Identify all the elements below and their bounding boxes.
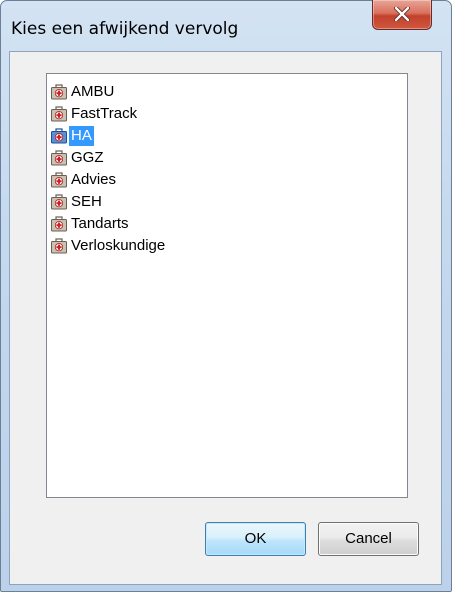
list-item-label: AMBU (71, 83, 115, 100)
destination-list[interactable]: AMBU FastTrack HA GGZ Advies SEH Tandart… (46, 73, 408, 498)
medical-kit-icon (50, 171, 68, 189)
medical-kit-icon (50, 83, 68, 101)
list-item-label: FastTrack (71, 105, 138, 122)
close-button[interactable] (372, 0, 432, 30)
list-item-ha[interactable]: HA (50, 126, 94, 146)
medical-kit-icon (50, 105, 68, 123)
title-bar[interactable]: Kies een afwijkend vervolg (1, 0, 451, 51)
list-item-seh[interactable]: SEH (50, 192, 104, 212)
list-item-tandarts[interactable]: Tandarts (50, 214, 131, 234)
cancel-button[interactable]: Cancel (318, 522, 419, 556)
list-item-label: Verloskundige (71, 237, 166, 254)
list-item-ggz[interactable]: GGZ (50, 148, 106, 168)
window-title: Kies een afwijkend vervolg (11, 19, 239, 39)
ok-button[interactable]: OK (205, 522, 306, 556)
list-item-label: HA (69, 126, 94, 146)
medical-kit-icon (50, 215, 68, 233)
list-item-label: Tandarts (71, 215, 129, 232)
dialog-window: Kies een afwijkend vervolg AMBU FastTrac… (0, 0, 452, 592)
list-item-advies[interactable]: Advies (50, 170, 118, 190)
medical-kit-icon (50, 149, 68, 167)
list-item-verloskundige[interactable]: Verloskundige (50, 236, 167, 256)
medical-kit-icon (50, 127, 68, 145)
list-item-ambu[interactable]: AMBU (50, 82, 116, 102)
close-icon (394, 7, 410, 21)
dialog-content: AMBU FastTrack HA GGZ Advies SEH Tandart… (9, 51, 442, 585)
medical-kit-icon (50, 193, 68, 211)
list-item-label: Advies (71, 171, 117, 188)
medical-kit-icon (50, 237, 68, 255)
list-item-label: SEH (71, 193, 102, 210)
list-item-fasttrack[interactable]: FastTrack (50, 104, 139, 124)
list-item-label: GGZ (71, 149, 104, 166)
